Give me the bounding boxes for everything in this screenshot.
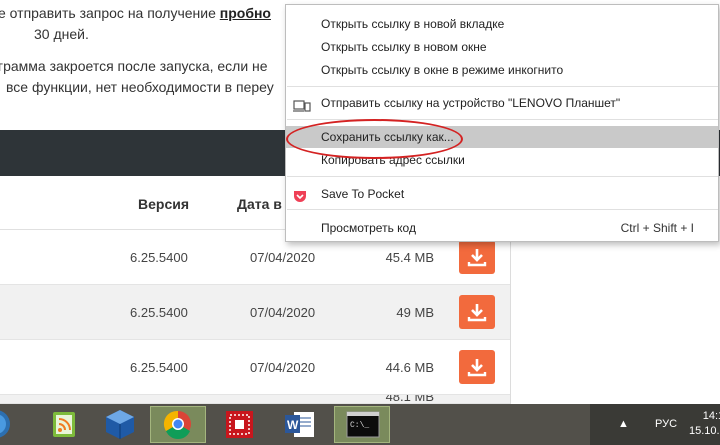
app-grid-icon: [226, 411, 253, 438]
language-indicator[interactable]: РУС: [655, 418, 677, 430]
menu-item-inspect[interactable]: Просмотреть код Ctrl + Shift + I: [286, 217, 718, 239]
taskbar: W C:\_ ▲ РУС 14:10 15.10.2020: [0, 404, 720, 445]
pocket-icon: [293, 188, 307, 210]
device-icon: [293, 97, 311, 119]
taskbar-app-chrome[interactable]: [150, 406, 206, 443]
clock-time: 14:10: [702, 410, 720, 422]
terminal-icon: C:\_: [346, 411, 380, 438]
table-row: 6.25.5400 07/04/2020 44.6 MB: [0, 340, 510, 395]
send-to-device-label: Отправить ссылку на устройство "LENOVO П…: [321, 96, 621, 110]
intro-line-3: грамма закроется после запуска, если не: [0, 58, 268, 74]
intro-line-1: е отправить запрос на получение пробно: [0, 5, 271, 21]
menu-item-open-incognito[interactable]: Открыть ссылку в окне в режиме инкогнито: [286, 59, 718, 81]
menu-separator: [287, 86, 718, 87]
menu-separator: [287, 209, 718, 210]
download-icon: [467, 359, 487, 377]
col-date: Дата в: [237, 196, 282, 212]
download-icon: [467, 249, 487, 267]
menu-item-open-new-tab[interactable]: Открыть ссылку в новой вкладке: [286, 13, 718, 35]
taskbar-app-red-grid[interactable]: [212, 406, 268, 443]
version-cell: 6.25.5400: [130, 250, 188, 265]
date-cell: 07/04/2020: [250, 250, 316, 265]
rss-icon: [53, 412, 75, 437]
page-content: е отправить запрос на получение пробно 3…: [0, 0, 290, 130]
taskbar-app-virtualbox[interactable]: [92, 406, 148, 443]
system-tray: ▲ РУС 14:10 15.10.2020: [590, 404, 720, 445]
size-cell: 45.4 MB: [385, 250, 434, 265]
size-cell: 49 MB: [396, 305, 434, 320]
taskbar-app-word[interactable]: W: [272, 406, 328, 443]
menu-item-send-to-device[interactable]: Отправить ссылку на устройство "LENOVO П…: [286, 92, 718, 114]
menu-separator: [287, 176, 718, 177]
word-icon: W: [285, 412, 314, 437]
inspect-label: Просмотреть код: [321, 221, 416, 235]
download-button[interactable]: [459, 350, 495, 384]
clock[interactable]: 14:10 15.10.2020: [689, 409, 720, 439]
date-cell: 07/04/2020: [250, 305, 316, 320]
taskbar-app-rss[interactable]: [36, 406, 92, 443]
download-icon: [467, 304, 487, 322]
start-button[interactable]: [0, 406, 10, 443]
table-row: 48.1 MB: [0, 395, 510, 404]
size-cell: 48.1 MB: [385, 395, 434, 404]
download-button[interactable]: [459, 240, 495, 274]
virtualbox-icon: [106, 410, 134, 439]
col-version: Версия: [138, 196, 190, 212]
clock-date: 15.10.2020: [689, 425, 720, 437]
chrome-icon: [163, 410, 191, 439]
start-orb-icon: [0, 410, 10, 438]
download-button[interactable]: [459, 295, 495, 329]
menu-item-open-new-window[interactable]: Открыть ссылку в новом окне: [286, 36, 718, 58]
taskbar-app-cmd[interactable]: C:\_: [334, 406, 390, 443]
version-cell: 6.25.5400: [130, 360, 188, 375]
tray-expand-icon[interactable]: ▲: [618, 418, 629, 430]
table-row: 6.25.5400 07/04/2020 49 MB: [0, 285, 510, 340]
svg-text:W: W: [287, 418, 299, 432]
intro-line-2: 30 дней.: [34, 26, 89, 42]
trial-link[interactable]: пробно: [220, 5, 271, 21]
date-cell: 07/04/2020: [250, 360, 316, 375]
version-cell: 6.25.5400: [130, 305, 188, 320]
intro-line-4: все функции, нет необходимости в переу: [6, 79, 274, 95]
menu-item-save-to-pocket[interactable]: Save To Pocket: [286, 183, 718, 205]
save-to-pocket-label: Save To Pocket: [321, 187, 405, 201]
annotation-circle: [286, 119, 463, 159]
size-cell: 44.6 MB: [385, 360, 434, 375]
svg-text:C:\_: C:\_: [350, 421, 369, 430]
inspect-shortcut: Ctrl + Shift + I: [620, 221, 694, 235]
